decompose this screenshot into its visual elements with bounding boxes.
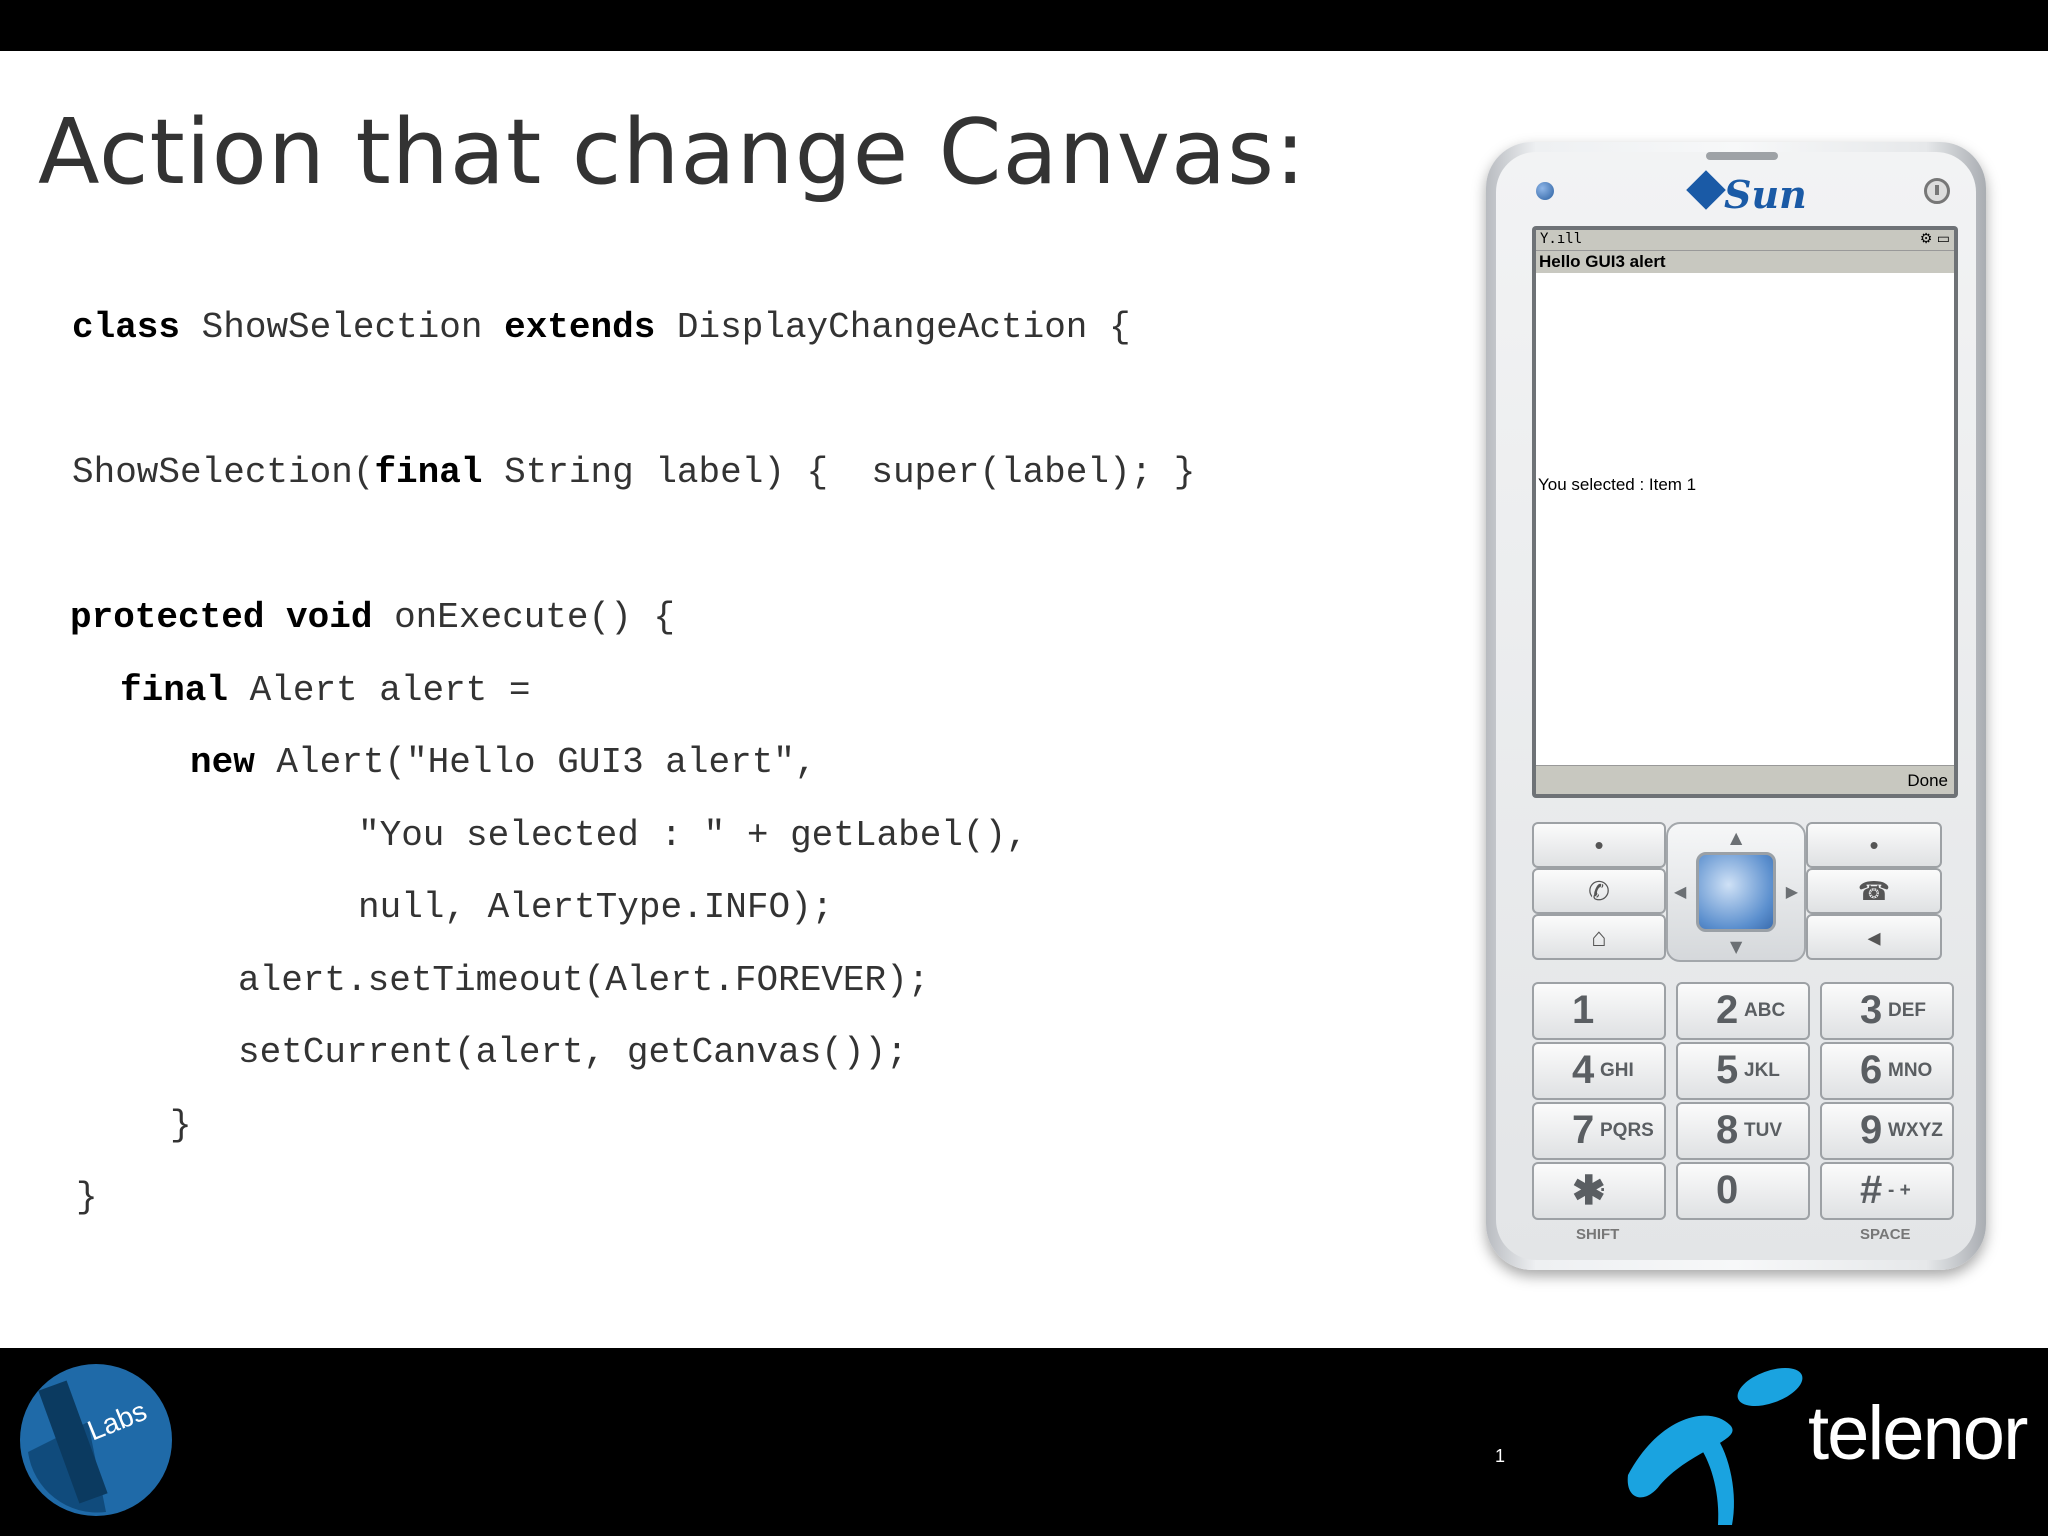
key-7[interactable]: 7 PQRS — [1532, 1102, 1666, 1160]
top-black-bar — [0, 0, 2048, 51]
key-9[interactable]: 9 WXYZ — [1820, 1102, 1954, 1160]
down-arrow-icon: ▼ — [1730, 937, 1743, 956]
key-star[interactable]: ✱ · — [1532, 1162, 1666, 1220]
up-arrow-icon: ▲ — [1730, 828, 1743, 847]
battery-icon: ⚙ ▭ — [1919, 231, 1950, 247]
camera-icon — [1536, 182, 1554, 200]
code-line-2: ShowSelection(final String label) { supe… — [72, 452, 1196, 493]
navigation-dpad[interactable]: ▲ ▼ ◀ ▶ — [1666, 822, 1806, 962]
code-line-6: "You selected : " + getLabel(), — [358, 815, 1028, 856]
page-number: 1 — [1495, 1446, 1506, 1466]
shift-label: SHIFT — [1576, 1226, 1620, 1243]
telenor-logo-icon — [1627, 1367, 1803, 1525]
sun-logo-text: Sun — [1724, 172, 1807, 217]
code-line-1: class ShowSelection extends DisplayChang… — [72, 307, 1131, 348]
left-arrow-icon: ◀ — [1674, 882, 1687, 901]
sun-logo-icon — [1686, 170, 1726, 210]
code-line-3: protected void onExecute() { — [70, 597, 675, 638]
code-line-4: final Alert alert = — [120, 670, 531, 711]
key-hash[interactable]: # - + — [1820, 1162, 1954, 1220]
right-arrow-icon: ▶ — [1785, 882, 1798, 901]
labs-logo: Labs — [20, 1364, 172, 1516]
speaker-slot — [1706, 152, 1778, 160]
code-line-8: alert.setTimeout(Alert.FOREVER); — [238, 960, 930, 1001]
phone-body: Sun Y.ıll ⚙ ▭ Hello GUI3 alert You selec… — [1496, 152, 1976, 1260]
phone-call-icon: ✆ — [1588, 876, 1610, 906]
end-call-button[interactable]: ☎ — [1806, 868, 1942, 914]
home-icon: ⌂ — [1591, 922, 1607, 952]
power-button[interactable] — [1924, 178, 1950, 204]
softkey-bar: Done — [1536, 765, 1954, 794]
code-line-5: new Alert("Hello GUI3 alert", — [190, 742, 817, 783]
back-button[interactable]: ◂ — [1806, 914, 1942, 960]
hang-up-icon: ☎ — [1857, 876, 1891, 906]
telenor-logo-text: telenor — [1808, 1391, 2028, 1476]
key-3[interactable]: 3 DEF — [1820, 982, 1954, 1040]
screen-frame: Y.ıll ⚙ ▭ Hello GUI3 alert You selected … — [1532, 226, 1958, 798]
code-line-11: } — [76, 1177, 98, 1218]
code-line-7: null, AlertType.INFO); — [358, 887, 834, 928]
slide-title: Action that change Canvas: — [38, 100, 1307, 205]
left-softkey-button[interactable]: • — [1532, 822, 1666, 868]
key-1[interactable]: 1 — [1532, 982, 1666, 1040]
select-button[interactable] — [1696, 852, 1776, 932]
key-0[interactable]: 0 — [1676, 1162, 1810, 1220]
home-button[interactable]: ⌂ — [1532, 914, 1666, 960]
phone-emulator: Sun Y.ıll ⚙ ▭ Hello GUI3 alert You selec… — [1486, 142, 1986, 1270]
key-6[interactable]: 6 MNO — [1820, 1042, 1954, 1100]
signal-icon: Y.ıll — [1540, 231, 1583, 247]
space-label: SPACE — [1860, 1226, 1911, 1243]
key-5[interactable]: 5 JKL — [1676, 1042, 1810, 1100]
done-softkey[interactable]: Done — [1907, 771, 1948, 791]
code-line-9: setCurrent(alert, getCanvas()); — [238, 1032, 908, 1073]
code-line-10: } — [170, 1105, 192, 1146]
status-bar: Y.ıll ⚙ ▭ — [1536, 230, 1954, 251]
phone-screen: Y.ıll ⚙ ▭ Hello GUI3 alert You selected … — [1536, 230, 1954, 794]
alert-title: Hello GUI3 alert — [1536, 251, 1954, 273]
key-4[interactable]: 4 GHI — [1532, 1042, 1666, 1100]
right-softkey-button[interactable]: • — [1806, 822, 1942, 868]
call-button[interactable]: ✆ — [1532, 868, 1666, 914]
key-2[interactable]: 2 ABC — [1676, 982, 1810, 1040]
back-icon: ◂ — [1867, 922, 1881, 952]
alert-message: You selected : Item 1 — [1538, 475, 1697, 494]
key-8[interactable]: 8 TUV — [1676, 1102, 1810, 1160]
